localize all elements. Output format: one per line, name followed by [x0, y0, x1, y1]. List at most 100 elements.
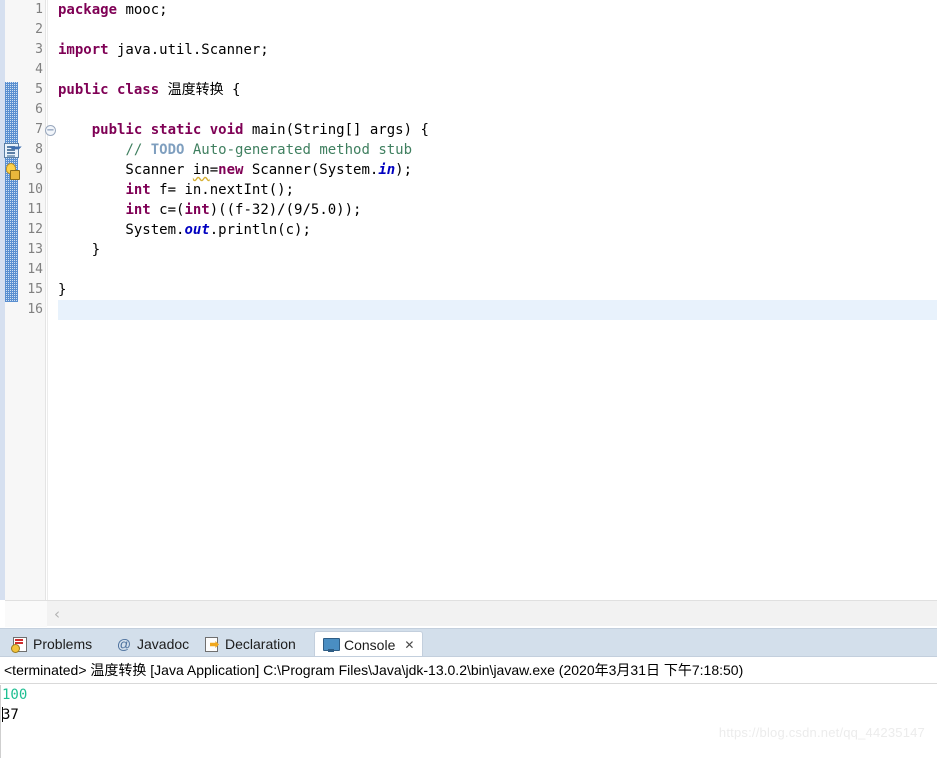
code-token: ); — [395, 162, 413, 178]
line-number: 10 — [27, 182, 43, 197]
line-number: 15 — [27, 282, 43, 297]
declaration-icon — [204, 636, 220, 652]
line-number: 16 — [27, 302, 43, 317]
scroll-left-icon[interactable]: ‹ — [54, 606, 60, 622]
tab-declaration[interactable]: Declaration — [196, 631, 304, 657]
code-text: Scanner in=new Scanner(System.in); — [58, 160, 412, 180]
todo-task-icon[interactable] — [4, 143, 19, 158]
code-line[interactable]: 2 — [0, 20, 937, 40]
console-line-text: 37 — [2, 707, 19, 723]
code-token: } — [58, 282, 67, 298]
scrollbar-gutter-pad — [5, 601, 47, 627]
console-line: 37 — [2, 705, 937, 725]
code-token: } — [58, 242, 101, 258]
code-line[interactable]: 11 int c=(int)((f-32)/(9/5.0)); — [0, 200, 937, 220]
code-token: public class — [58, 82, 160, 98]
tab-javadoc[interactable]: @ Javadoc — [108, 631, 197, 657]
console-output[interactable]: 100 37 — [2, 685, 937, 725]
code-text: } — [58, 280, 66, 300]
code-line[interactable]: 13 } — [0, 240, 937, 260]
tab-problems[interactable]: Problems — [4, 631, 100, 657]
console-view[interactable]: <terminated> 温度转换 [Java Application] C:\… — [0, 656, 937, 758]
tab-label: Javadoc — [137, 636, 190, 652]
warning-badge-icon — [11, 644, 20, 653]
code-token: .println(c); — [209, 222, 311, 238]
line-number: 6 — [35, 102, 43, 117]
code-line[interactable]: 3 import java.util.Scanner; — [0, 40, 937, 60]
line-number: 3 — [35, 42, 43, 57]
code-text: System.out.println(c); — [58, 220, 311, 240]
fold-collapse-icon[interactable]: − — [45, 125, 56, 136]
code-token: Auto-generated method stub — [184, 142, 413, 158]
code-line[interactable]: 10 int f= in.nextInt(); — [0, 180, 937, 200]
code-line[interactable]: 4 — [0, 60, 937, 80]
line-number: 4 — [35, 62, 43, 77]
code-text: import java.util.Scanner; — [58, 40, 269, 60]
code-token: int — [184, 202, 210, 218]
code-text: public class 温度转换 { — [58, 80, 240, 100]
current-line-highlight — [58, 300, 937, 320]
console-header-divider — [0, 683, 937, 684]
code-token: f= in.nextInt(); — [150, 182, 295, 198]
tab-label: Problems — [33, 636, 93, 652]
code-token: // — [125, 142, 151, 158]
code-line[interactable]: 5 public class 温度转换 { — [0, 80, 937, 100]
line-number: 11 — [27, 202, 43, 217]
java-code-editor[interactable]: 1 package mooc; 2 3 import java.util.Scanner… — [0, 0, 937, 627]
code-token: main(String[] args) { — [243, 122, 429, 138]
code-token: = — [209, 162, 219, 178]
console-line-text: 100 — [2, 687, 28, 703]
code-text: int f= in.nextInt(); — [58, 180, 294, 200]
line-number: 2 — [35, 22, 43, 37]
code-line[interactable]: 15} — [0, 280, 937, 300]
code-token: in — [378, 162, 396, 178]
bottom-view-panel: Problems @ Javadoc Declaration Console ✕ <ter… — [0, 628, 937, 758]
editor-horizontal-scrollbar[interactable]: ‹ — [5, 600, 937, 627]
console-left-border — [0, 685, 1, 758]
line-number: 14 — [27, 262, 43, 277]
code-token: System. — [58, 222, 185, 238]
line-number: 1 — [35, 2, 43, 17]
code-token: public static void — [91, 122, 244, 138]
eclipse-ide-window: 1 package mooc; 2 3 import java.util.Scanner… — [0, 0, 937, 758]
javadoc-at-icon: @ — [116, 636, 132, 652]
code-token: )((f-32)/(9/5.0)); — [209, 202, 362, 218]
code-token: java.util.Scanner; — [108, 42, 269, 58]
console-launch-header: <terminated> 温度转换 [Java Application] C:\… — [4, 662, 744, 678]
code-token: int — [125, 202, 151, 218]
tab-console[interactable]: Console ✕ — [314, 631, 424, 657]
line-number: 8 — [35, 142, 43, 157]
console-line: 100 — [2, 685, 937, 705]
view-tab-bar: Problems @ Javadoc Declaration Console ✕ — [0, 628, 937, 657]
code-token: mooc; — [117, 2, 168, 18]
code-token: in — [192, 162, 210, 178]
code-line[interactable]: 6 — [0, 100, 937, 120]
problems-icon — [11, 636, 28, 653]
line-number: 13 — [27, 242, 43, 257]
warning-bulb-icon[interactable] — [4, 163, 20, 180]
line-number: 12 — [27, 222, 43, 237]
watermark-text: https://blog.csdn.net/qq_44235147 — [718, 725, 925, 740]
code-line[interactable]: 16 — [0, 300, 937, 320]
code-line-list: 1 package mooc; 2 3 import java.util.Scanner… — [0, 0, 937, 320]
code-line[interactable]: 1 package mooc; — [0, 0, 937, 20]
code-token: c=( — [150, 202, 185, 218]
line-number: 7 — [35, 122, 43, 137]
code-line[interactable]: 12 System.out.println(c); — [0, 220, 937, 240]
code-line[interactable]: 9 Scanner in=new Scanner(System.in); — [0, 160, 937, 180]
code-text: } — [58, 240, 100, 260]
code-text: int c=(int)((f-32)/(9/5.0)); — [58, 200, 361, 220]
code-line[interactable]: 14 — [0, 260, 937, 280]
code-token: 温度转换 { — [159, 82, 241, 98]
code-token: int — [125, 182, 151, 198]
code-token: Scanner(System. — [243, 162, 379, 178]
code-text: // TODO Auto-generated method stub — [58, 140, 412, 160]
line-number: 5 — [35, 82, 43, 97]
close-icon[interactable]: ✕ — [404, 638, 414, 652]
code-line[interactable]: 8 // TODO Auto-generated method stub — [0, 140, 937, 160]
code-text: package mooc; — [58, 0, 168, 20]
code-line[interactable]: 7− public static void main(String[] args… — [0, 120, 937, 140]
